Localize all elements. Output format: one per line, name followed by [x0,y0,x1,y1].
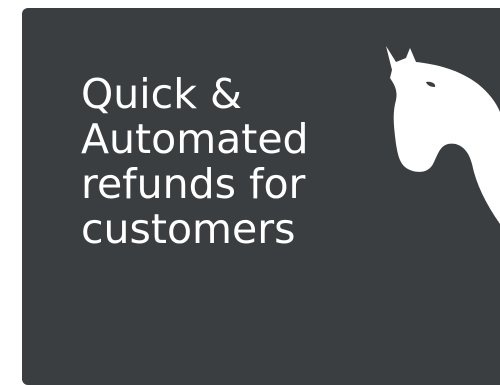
headline-line-3: refunds for [81,160,306,208]
promo-headline: Quick & Automated refunds for customers [81,72,309,252]
headline-line-1: Quick & [81,70,242,118]
headline-line-4: customers [81,205,296,253]
horse-head-icon [386,46,500,224]
promo-card: Quick & Automated refunds for customers [22,8,500,385]
headline-line-2: Automated [81,115,309,163]
